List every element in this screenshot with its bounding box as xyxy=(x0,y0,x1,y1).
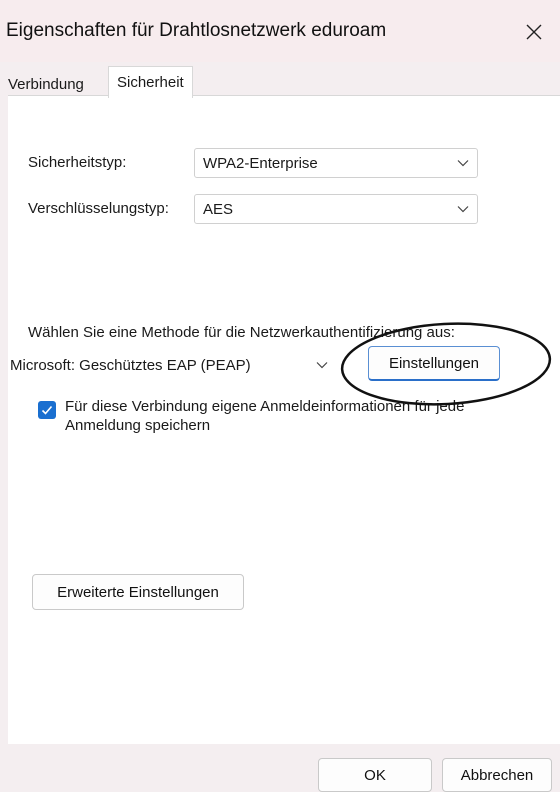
auth-method-value: Microsoft: Geschütztes EAP (PEAP) xyxy=(10,356,251,374)
window-title: Eigenschaften für Drahtlosnetzwerk eduro… xyxy=(6,20,387,41)
security-type-value: WPA2-Enterprise xyxy=(203,154,318,172)
ok-button[interactable]: OK xyxy=(318,758,432,792)
remember-credentials-checkbox[interactable] xyxy=(38,401,56,419)
tab-strip: Verbindung Sicherheit xyxy=(0,62,560,98)
chevron-down-icon xyxy=(316,362,328,369)
security-type-label: Sicherheitstyp: xyxy=(28,154,127,171)
cancel-button[interactable]: Abbrechen xyxy=(442,758,552,792)
close-icon xyxy=(526,24,542,40)
remember-credentials-label: Für diese Verbindung eigene Anmeldeinfor… xyxy=(65,398,465,434)
settings-button[interactable]: Einstellungen xyxy=(368,346,500,381)
tab-verbindung[interactable]: Verbindung xyxy=(2,72,90,96)
security-type-select[interactable]: WPA2-Enterprise xyxy=(194,148,478,178)
security-panel: Sicherheitstyp: WPA2-Enterprise Verschlü… xyxy=(8,95,560,744)
encryption-type-value: AES xyxy=(203,200,234,218)
close-button[interactable] xyxy=(514,14,554,50)
auth-method-select[interactable]: Microsoft: Geschütztes EAP (PEAP) xyxy=(8,349,332,381)
auth-method-prompt: Wählen Sie eine Methode für die Netzwerk… xyxy=(28,324,455,341)
chevron-down-icon xyxy=(457,206,469,213)
encryption-type-label: Verschlüsselungstyp: xyxy=(28,200,169,217)
advanced-settings-button[interactable]: Erweiterte Einstellungen xyxy=(32,574,244,610)
tab-sicherheit[interactable]: Sicherheit xyxy=(108,66,193,98)
encryption-type-select[interactable]: AES xyxy=(194,194,478,224)
title-bar: Eigenschaften für Drahtlosnetzwerk eduro… xyxy=(0,0,560,62)
chevron-down-icon xyxy=(457,160,469,167)
checkmark-icon xyxy=(41,405,53,415)
